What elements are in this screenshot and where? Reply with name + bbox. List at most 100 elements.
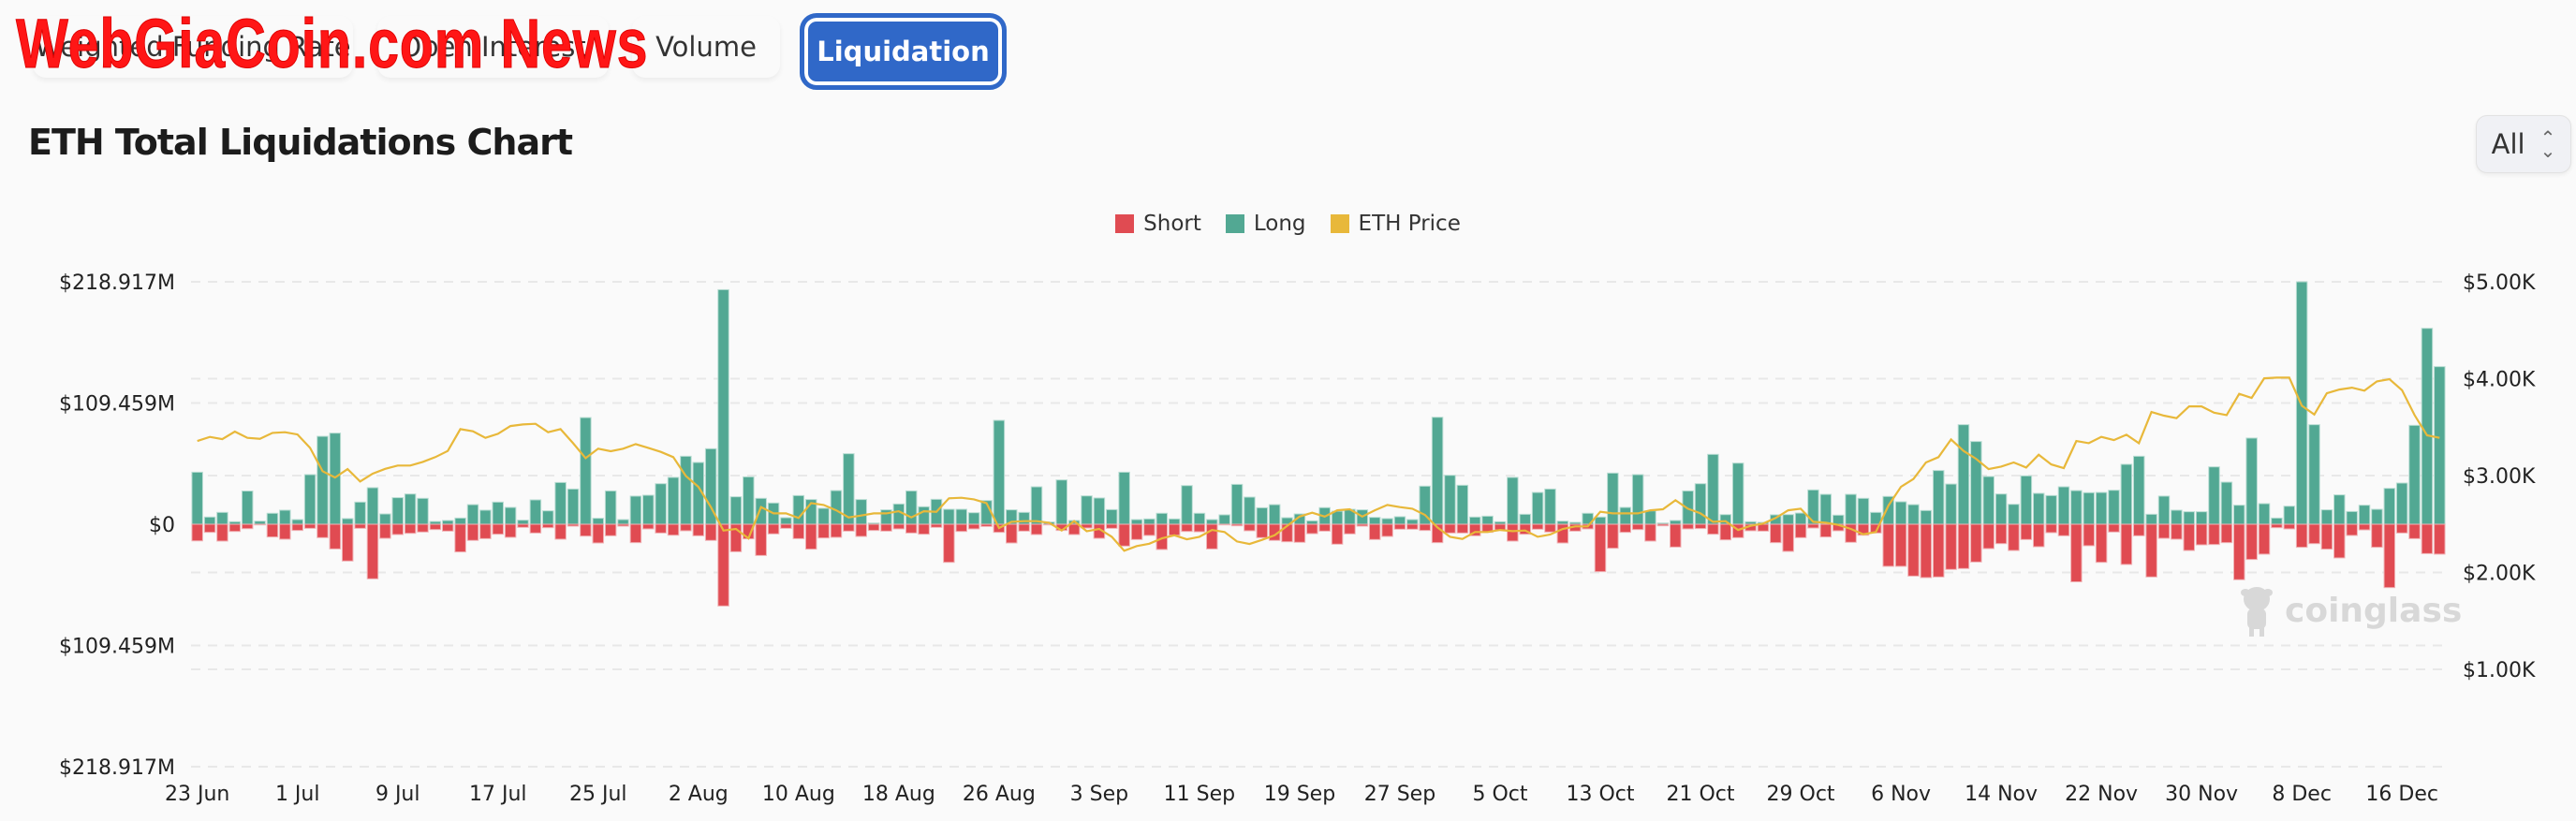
short-bar <box>1719 523 1732 541</box>
long-bar <box>1106 508 1118 525</box>
short-bar <box>2233 523 2245 580</box>
short-bar <box>1531 523 1544 530</box>
short-bar <box>379 523 391 539</box>
short-bar <box>567 523 580 527</box>
short-bar <box>1819 523 1833 538</box>
long-bar <box>2371 508 2383 525</box>
long-bar <box>967 512 980 525</box>
bars <box>191 281 2446 607</box>
liquidation-chart: coinglass $218.917M $109.459M $0 $109.459M $… <box>59 271 2536 806</box>
long-bar <box>454 517 466 525</box>
short-bar <box>780 523 792 529</box>
short-bar <box>1018 523 1030 532</box>
short-bar <box>1770 523 1782 544</box>
short-bar <box>492 523 505 535</box>
long-bar <box>905 490 918 525</box>
long-bar <box>417 497 429 525</box>
long-bar <box>2421 328 2434 525</box>
long-bar <box>2057 486 2070 525</box>
long-bar <box>2045 494 2057 525</box>
short-bar <box>1707 523 1719 535</box>
x-tick-label: 21 Oct <box>1667 783 1735 806</box>
long-bar <box>542 510 554 525</box>
long-bar <box>216 511 228 525</box>
long-bar <box>843 453 855 525</box>
short-bar <box>1218 523 1230 526</box>
x-tick-label: 9 Jul <box>375 783 420 806</box>
long-bar <box>2120 463 2133 525</box>
short-bar <box>955 523 967 533</box>
short-bar <box>1293 523 1306 543</box>
short-bar <box>417 523 429 533</box>
short-bar <box>2346 523 2358 536</box>
short-bar <box>479 523 492 539</box>
short-bar <box>617 523 629 527</box>
short-bar <box>329 523 342 550</box>
short-bar <box>1406 523 1419 530</box>
long-bar <box>529 499 542 525</box>
long-bar <box>1118 471 1130 525</box>
short-bar <box>1244 523 1256 532</box>
long-bar <box>191 471 203 525</box>
short-bar <box>529 523 542 534</box>
y-left-tick-label: $109.459M <box>59 636 175 659</box>
short-bar <box>2171 523 2183 540</box>
short-bar <box>943 523 955 564</box>
short-bar <box>2271 523 2283 529</box>
long-bar <box>1731 462 1744 525</box>
short-bar <box>2132 523 2145 536</box>
long-bar <box>729 496 743 525</box>
y-right-tick-label: $3.00K <box>2463 465 2536 489</box>
short-bar <box>203 523 216 534</box>
y-right-tick-label: $1.00K <box>2463 659 2536 682</box>
long-bar <box>1444 475 1456 525</box>
x-tick-label: 1 Jul <box>275 783 320 806</box>
short-bar <box>867 523 880 532</box>
long-bar <box>1030 486 1043 525</box>
y-left-tick-label: $109.459M <box>59 393 175 417</box>
short-bar <box>892 523 905 530</box>
short-bar <box>704 523 717 541</box>
short-bar <box>2108 523 2120 533</box>
short-bar <box>279 523 291 540</box>
short-bar <box>354 523 366 529</box>
x-tick-label: 25 Jul <box>569 783 627 806</box>
short-bar <box>2120 523 2133 565</box>
coinglass-logo-icon <box>2241 587 2273 637</box>
short-bar <box>642 523 655 530</box>
y-left-tick-label: $218.917M <box>59 756 175 780</box>
long-bar <box>291 519 303 525</box>
short-bar <box>2383 523 2396 589</box>
short-bar <box>2295 523 2308 549</box>
short-bar <box>291 523 303 532</box>
long-bar <box>1945 483 1957 525</box>
long-bar <box>1694 483 1707 525</box>
short-bar <box>1344 523 1356 535</box>
y-right-tick-label: $2.00K <box>2463 563 2536 586</box>
short-bar <box>1256 523 1269 538</box>
long-bar <box>792 494 805 525</box>
short-bar <box>1181 523 1193 533</box>
short-bar <box>1682 523 1694 530</box>
long-bar <box>354 501 366 525</box>
long-bar <box>943 508 955 525</box>
long-bar <box>1957 424 1970 525</box>
short-bar <box>2358 523 2371 531</box>
short-bar <box>454 523 466 553</box>
short-bar <box>2183 523 2196 551</box>
short-bar <box>1507 523 1519 542</box>
short-bar <box>1656 523 1670 527</box>
long-bar <box>2208 466 2220 525</box>
long-bar <box>1018 511 1030 525</box>
long-bar <box>1644 510 1656 525</box>
long-bar <box>1431 417 1444 525</box>
long-bar <box>2083 491 2095 525</box>
long-bar <box>2283 506 2296 525</box>
long-bar <box>1456 484 1469 525</box>
short-bar <box>2371 523 2383 549</box>
short-bar <box>804 523 817 550</box>
long-bar <box>2320 509 2333 525</box>
long-bar <box>1907 504 1920 525</box>
short-bar <box>830 523 843 538</box>
short-bar <box>1356 523 1369 527</box>
